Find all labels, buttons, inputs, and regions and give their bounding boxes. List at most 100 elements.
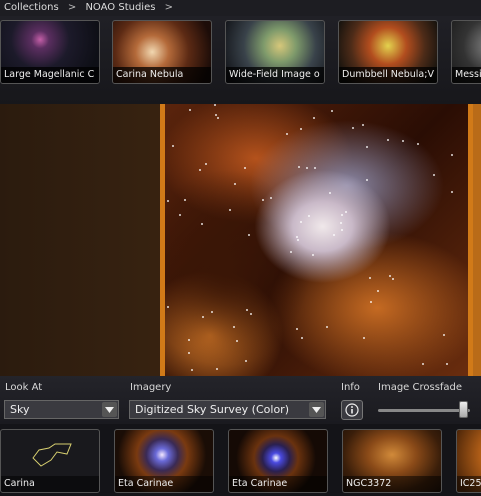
star-point <box>262 199 264 201</box>
star-point <box>340 222 342 224</box>
star-point <box>333 234 335 236</box>
control-bar: Look At Sky Imagery Digitized Sky Survey… <box>0 376 481 424</box>
breadcrumb: Collections > NOAO Studies > <box>0 0 481 16</box>
star-point <box>234 183 236 185</box>
breadcrumb-separator: > <box>67 2 77 13</box>
info-icon <box>345 403 359 417</box>
image-crossfade-slider[interactable] <box>378 409 470 412</box>
star-point <box>363 337 365 339</box>
star-point <box>188 352 190 354</box>
star-point <box>167 306 169 308</box>
thumbnail-messier[interactable]: Messi <box>451 20 481 84</box>
star-point <box>329 192 331 194</box>
star-point <box>389 275 391 277</box>
thumbnail-label: Carina Nebula <box>113 67 211 83</box>
star-point <box>248 234 250 236</box>
star-point <box>205 163 207 165</box>
chevron-down-icon <box>102 402 117 417</box>
star-point <box>236 340 238 342</box>
imagery-dropdown[interactable]: Digitized Sky Survey (Color) <box>129 400 326 419</box>
star-point <box>451 154 453 156</box>
star-point <box>298 166 300 168</box>
star-point <box>446 363 448 365</box>
star-point <box>387 139 389 141</box>
star-point <box>296 328 298 330</box>
thumbnail-ic25[interactable]: IC25 <box>456 429 481 493</box>
look-at-label: Look At <box>5 382 43 393</box>
star-point <box>246 309 248 311</box>
info-label: Info <box>341 382 360 393</box>
star-point <box>250 313 252 315</box>
star-point <box>217 117 219 119</box>
image-crossfade-label: Image Crossfade <box>378 382 463 393</box>
thumbnail-wide-field-image[interactable]: Wide-Field Image o <box>225 20 325 84</box>
breadcrumb-noao-studies[interactable]: NOAO Studies <box>85 2 155 13</box>
thumbnail-label: Large Magellanic C <box>1 67 99 83</box>
thumbnail-label: NGC3372 <box>343 476 441 492</box>
thumbnail-label: Messi <box>452 67 481 83</box>
star-point <box>301 337 303 339</box>
star-point <box>215 114 217 116</box>
star-point <box>362 124 364 126</box>
star-point <box>352 127 354 129</box>
star-point <box>290 251 292 253</box>
star-point <box>341 229 343 231</box>
star-point <box>270 197 272 199</box>
thumbnail-eta-carinae-2[interactable]: Eta Carinae <box>228 429 328 493</box>
thumbnail-carina-nebula[interactable]: Carina Nebula <box>112 20 212 84</box>
star-point <box>451 191 453 193</box>
thumbnail-eta-carinae[interactable]: Eta Carinae <box>114 429 214 493</box>
thumbnail-carina-constellation[interactable]: Carina <box>0 429 100 493</box>
star-point <box>172 145 174 147</box>
thumbnail-label: Eta Carinae <box>115 476 213 492</box>
star-point <box>184 199 186 201</box>
star-point <box>443 334 445 336</box>
carina-nebula-image[interactable] <box>160 104 473 376</box>
imagery-label: Imagery <box>130 382 172 393</box>
thumbnail-label: Carina <box>1 476 99 492</box>
star-point <box>201 223 203 225</box>
constellation-outline-icon <box>32 443 72 467</box>
star-point <box>199 169 201 171</box>
star-point <box>422 363 424 365</box>
star-point <box>370 301 372 303</box>
star-point <box>188 339 190 341</box>
look-at-value: Sky <box>10 403 30 416</box>
star-point <box>377 290 379 292</box>
imagery-value: Digitized Sky Survey (Color) <box>135 403 289 416</box>
thumbnail-dumbbell-nebula[interactable]: Dumbbell Nebula;V <box>338 20 438 84</box>
star-point <box>245 360 247 362</box>
star-point <box>211 311 213 313</box>
star-point <box>244 167 246 169</box>
thumbnail-label: Eta Carinae <box>229 476 327 492</box>
info-button[interactable] <box>341 400 363 420</box>
star-point <box>313 117 315 119</box>
star-point <box>345 211 347 213</box>
star-point <box>167 200 169 202</box>
slider-handle[interactable] <box>458 401 468 418</box>
star-point <box>296 236 298 238</box>
look-at-dropdown[interactable]: Sky <box>4 400 119 419</box>
star-point <box>331 110 333 112</box>
breadcrumb-collections[interactable]: Collections <box>4 2 59 13</box>
thumbnail-ngc3372[interactable]: NGC3372 <box>342 429 442 493</box>
star-point <box>300 128 302 130</box>
thumbnail-label: Wide-Field Image o <box>226 67 324 83</box>
star-point <box>366 179 368 181</box>
star-point <box>392 278 394 280</box>
star-point <box>417 143 419 145</box>
star-point <box>314 167 316 169</box>
star-point <box>433 174 435 176</box>
star-point <box>341 214 343 216</box>
thumbnail-label: IC25 <box>457 476 481 492</box>
star-point <box>214 104 216 106</box>
star-point <box>179 214 181 216</box>
star-point <box>297 239 299 241</box>
object-thumbnail-strip: Carina Eta Carinae Eta Carinae NGC3372 I… <box>0 424 481 496</box>
sky-viewer[interactable] <box>0 104 481 376</box>
star-point <box>286 133 288 135</box>
thumbnail-large-magellanic-cloud[interactable]: Large Magellanic C <box>0 20 100 84</box>
star-point <box>308 215 310 217</box>
breadcrumb-separator: > <box>164 2 174 13</box>
collection-thumbnail-strip: Large Magellanic C Carina Nebula Wide-Fi… <box>0 16 481 104</box>
